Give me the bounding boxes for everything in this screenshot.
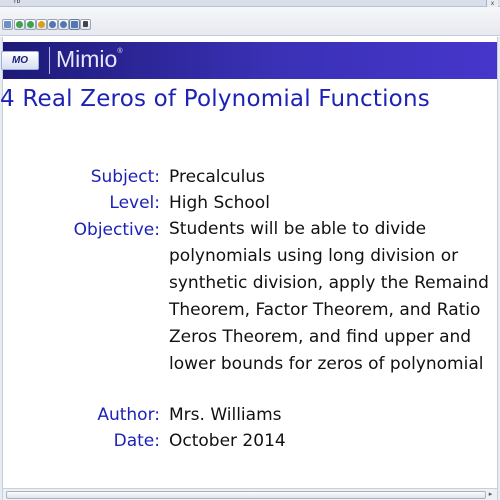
forward-button[interactable] xyxy=(25,19,36,30)
zoom-out-icon xyxy=(60,21,67,28)
fit-page-button[interactable] xyxy=(69,19,80,30)
objective-line: synthetic division, apply the Remaind xyxy=(169,273,489,293)
zoom-in-button[interactable] xyxy=(47,19,58,30)
select-icon xyxy=(83,21,88,27)
brand-text: Mimio xyxy=(56,46,118,72)
back-icon xyxy=(16,21,23,28)
zoom-out-button[interactable] xyxy=(58,19,69,30)
registered-mark: ® xyxy=(117,48,123,55)
objective-line: polynomials using long division or xyxy=(169,246,459,266)
objective-label: Objective: xyxy=(73,220,160,240)
level-label: Level: xyxy=(109,193,160,213)
slide-title: 4 Real Zeros of Polynomial Functions xyxy=(0,86,430,112)
select-button[interactable] xyxy=(80,19,91,30)
objective-line: Zeros Theorem, and find upper and xyxy=(169,327,472,347)
brand-name: Mimio® xyxy=(56,46,123,73)
banner-divider xyxy=(49,47,50,74)
scroll-right-icon[interactable]: ▸ xyxy=(486,490,495,499)
objective-line: lower bounds for zeros of polynomial xyxy=(169,354,484,374)
toolbar xyxy=(0,7,500,36)
objective-line: Theorem, Factor Theorem, and Ratio xyxy=(169,300,481,320)
author-value: Mrs. Williams xyxy=(169,405,282,425)
fit-page-icon xyxy=(71,21,78,28)
author-label: Author: xyxy=(97,405,160,425)
mail-button[interactable] xyxy=(2,19,13,30)
back-button[interactable] xyxy=(14,19,25,30)
mimio-logo: MO xyxy=(1,51,39,70)
close-button[interactable]: x xyxy=(486,0,498,7)
zoom-in-icon xyxy=(49,21,56,28)
mail-icon xyxy=(4,21,11,28)
mimio-banner: MO Mimio® xyxy=(1,42,497,79)
date-value: October 2014 xyxy=(169,431,286,451)
date-label: Date: xyxy=(113,431,160,451)
title-bar: rb x xyxy=(0,0,500,7)
refresh-button[interactable] xyxy=(36,19,47,30)
menu-label[interactable]: rb xyxy=(14,0,20,5)
forward-icon xyxy=(27,21,34,28)
refresh-icon xyxy=(38,21,45,28)
subject-value: Precalculus xyxy=(169,167,265,187)
subject-label: Subject: xyxy=(90,167,160,187)
horizontal-scrollbar[interactable]: ▸ xyxy=(3,488,497,500)
scrollbar-thumb[interactable] xyxy=(6,491,486,499)
objective-line: Students will be able to divide xyxy=(169,219,427,239)
level-value: High School xyxy=(169,193,270,213)
